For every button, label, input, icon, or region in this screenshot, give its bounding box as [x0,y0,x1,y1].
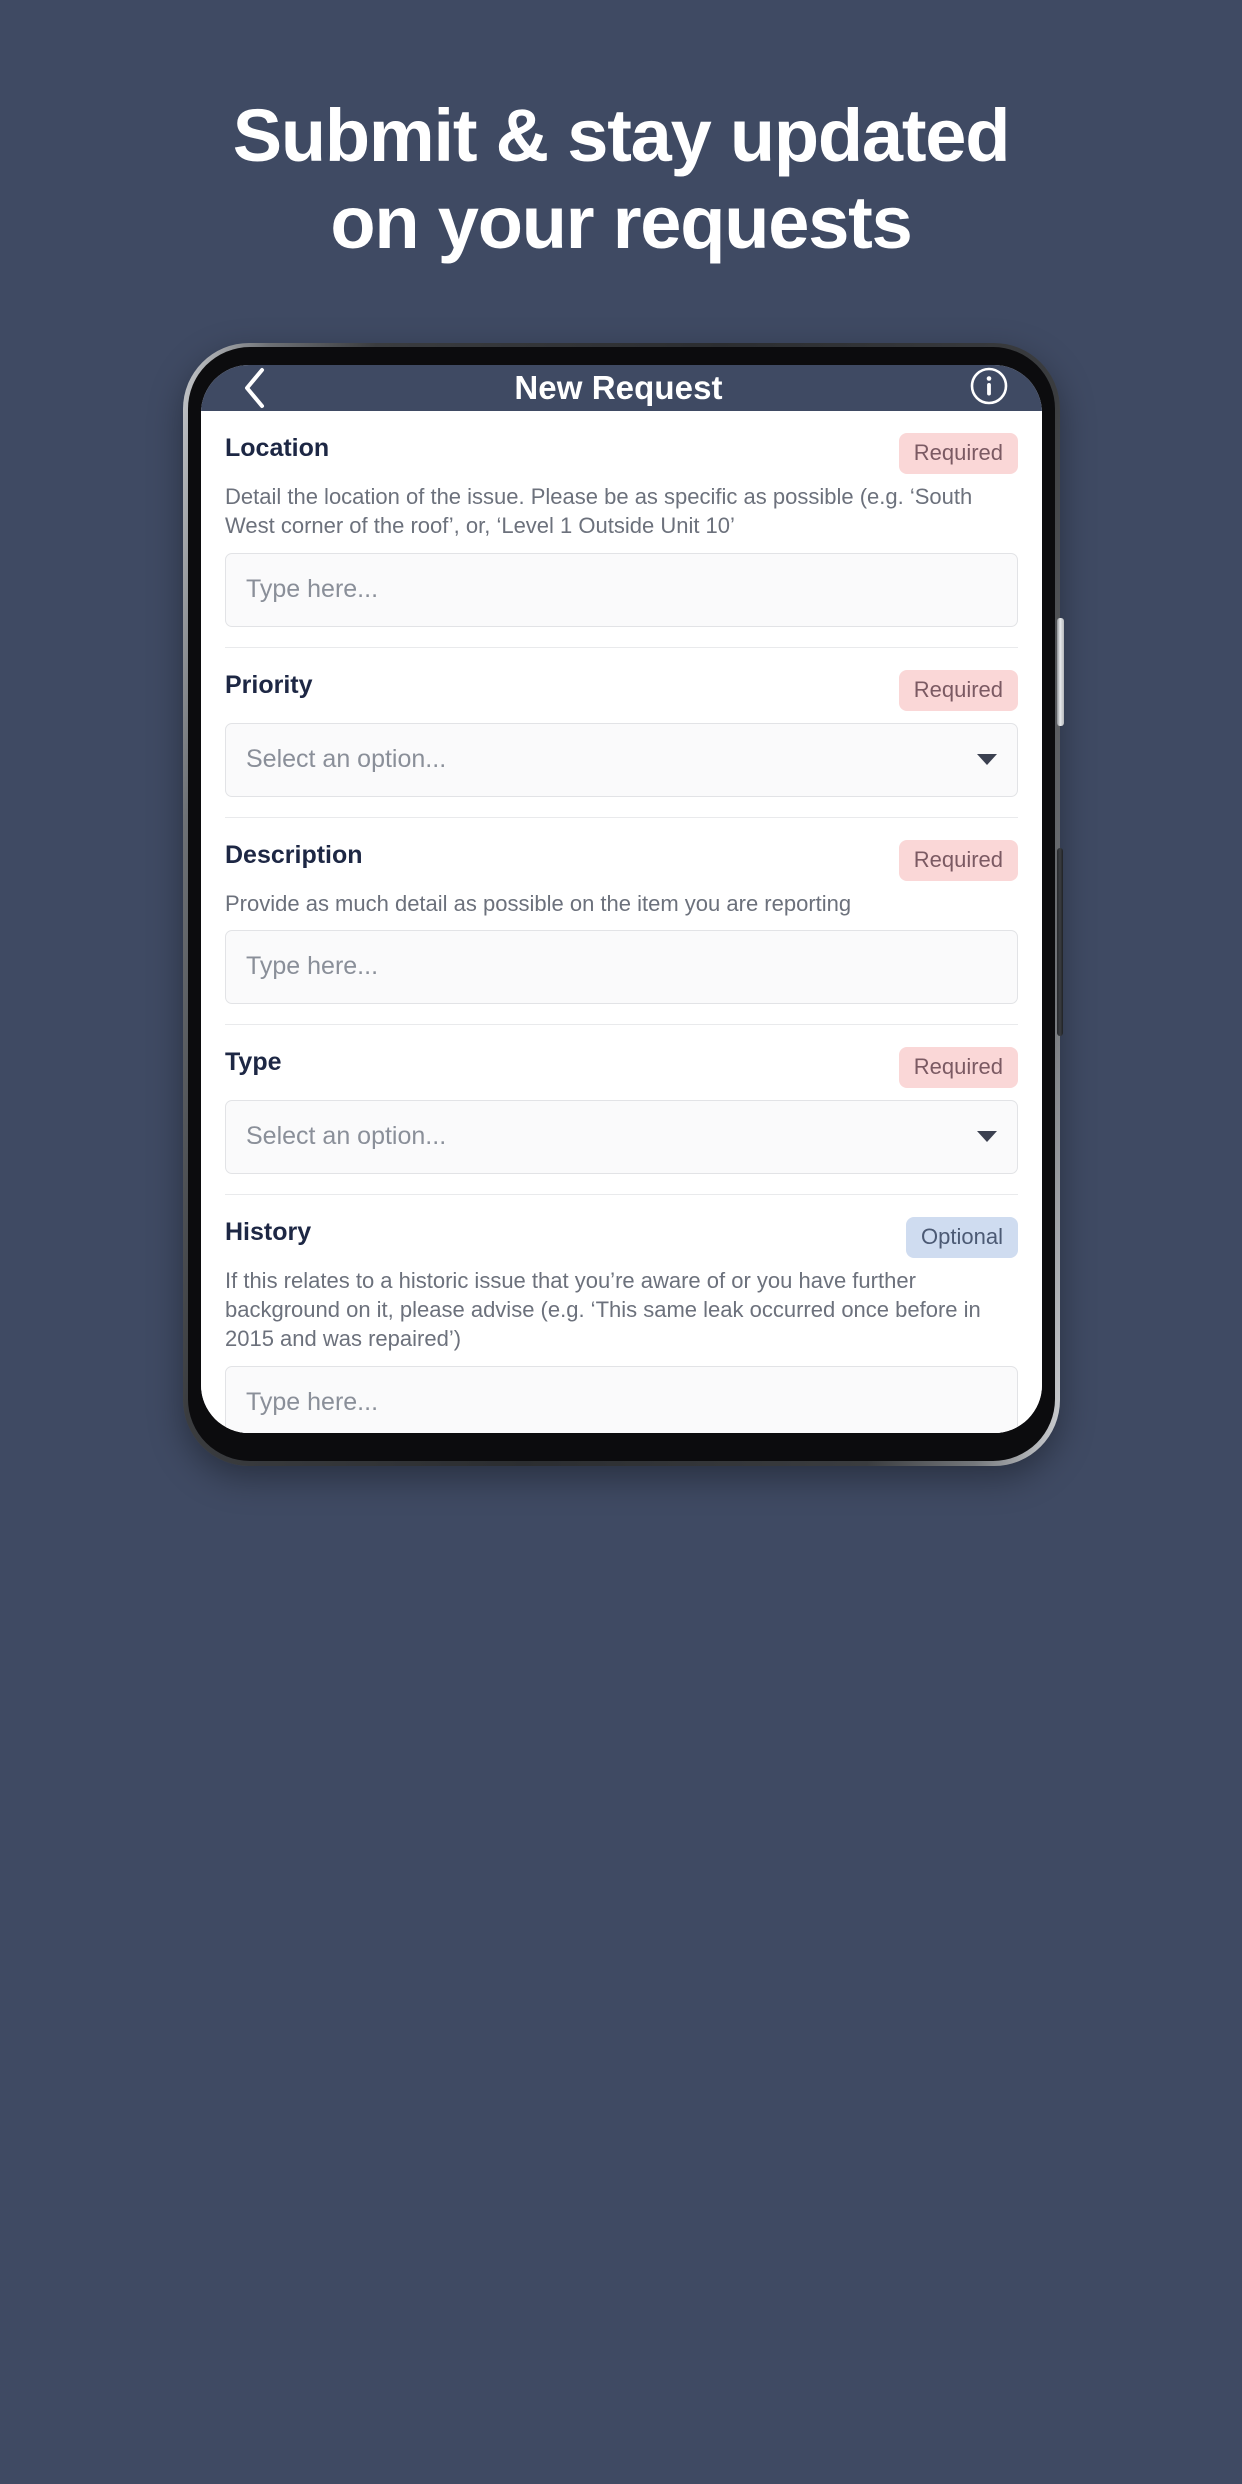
phone-device-mockup: New Request Location Required Detail the… [183,343,1064,1466]
select-value: Select an option... [246,1122,447,1151]
info-circle-icon [968,365,1010,412]
field-header: History Optional [225,1216,1018,1258]
chevron-down-icon [977,754,997,765]
promo-headline-line-1: Submit & stay updated [232,94,1011,177]
input-placeholder: Type here... [246,1388,379,1416]
description-input[interactable]: Type here... [225,929,1018,1004]
type-select[interactable]: Select an option... [225,1099,1018,1174]
location-input[interactable]: Type here... [225,552,1018,627]
field-label: Type [225,1047,282,1076]
power-button[interactable] [1057,618,1064,726]
field-priority: Priority Required Select an option... [225,648,1018,818]
info-button[interactable] [966,365,1012,411]
field-type: Type Required Select an option... [225,1025,1018,1195]
field-label: Location [225,434,330,462]
field-header: Description Required [225,839,1018,881]
chevron-left-icon [241,366,267,410]
status-badge: Required [898,669,1018,711]
input-placeholder: Type here... [246,952,379,981]
request-form-card: Location Required Detail the location of… [201,411,1042,1433]
volume-rocker-button[interactable] [1057,848,1063,1036]
field-location: Location Required Detail the location of… [225,411,1018,648]
field-label: Description [225,840,363,869]
promo-headline-line-2: on your requests [330,181,912,265]
priority-select[interactable]: Select an option... [225,722,1018,797]
field-help-text: Detail the location of the issue. Please… [225,484,973,539]
field-description: Description Required Provide as much det… [225,818,1018,1025]
phone-screen: New Request Location Required Detail the… [201,365,1042,1433]
status-badge: Optional [906,1216,1018,1258]
field-label: Priority [225,670,313,699]
status-badge: Required [898,433,1018,474]
status-badge: Required [898,1046,1018,1088]
status-badge: Required [898,839,1018,881]
field-header: Priority Required [225,669,1018,711]
field-label: History [225,1217,312,1246]
page-title: New Request [514,369,723,406]
phone-bezel: New Request Location Required Detail the… [188,347,1055,1461]
field-help-text: Provide as much detail as possible on th… [225,890,852,916]
field-history: History Optional If this relates to a hi… [225,1195,1018,1433]
field-help-text: If this relates to a historic issue that… [225,1267,981,1352]
input-placeholder: Type here... [246,575,379,603]
app-header: New Request [201,365,1042,411]
chevron-down-icon [977,1131,997,1143]
field-header: Location Required [225,433,1018,474]
field-header: Type Required [225,1046,1018,1088]
history-input[interactable]: Type here... [225,1365,1018,1433]
promo-headline: Submit & stay updated on your requests [0,92,1242,267]
select-value: Select an option... [246,745,447,773]
